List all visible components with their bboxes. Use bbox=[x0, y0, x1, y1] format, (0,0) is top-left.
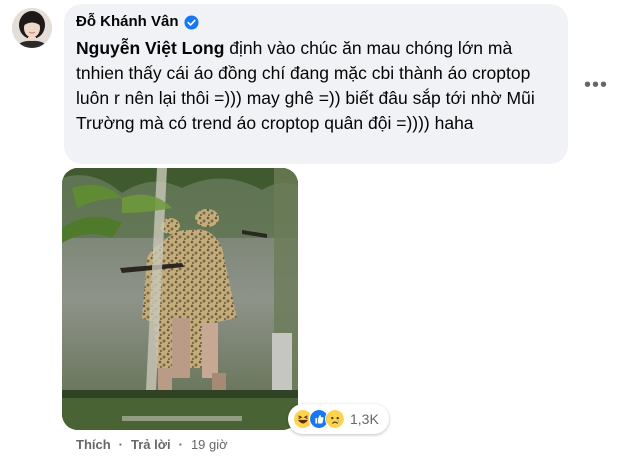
comment-timestamp[interactable]: 19 giờ bbox=[191, 437, 228, 452]
author-avatar[interactable] bbox=[12, 8, 52, 48]
like-button[interactable]: Thích bbox=[76, 437, 111, 452]
separator-dot: · bbox=[118, 437, 124, 452]
reaction-count: 1,3K bbox=[350, 411, 379, 427]
mention-link[interactable]: Nguyễn Việt Long bbox=[76, 38, 224, 58]
comment-text: Nguyễn Việt Long định vào chúc ăn mau ch… bbox=[76, 36, 564, 136]
sad-emoji-icon bbox=[325, 409, 345, 429]
author-name[interactable]: Đỗ Khánh Vân bbox=[76, 12, 179, 32]
more-options-button[interactable]: ••• bbox=[583, 75, 609, 95]
reactions-summary[interactable]: 1,3K bbox=[288, 404, 389, 434]
reply-button[interactable]: Trả lời bbox=[131, 437, 171, 452]
separator-dot: · bbox=[178, 437, 183, 452]
comment-actions: Thích · Trả lời · 19 giờ bbox=[76, 437, 228, 452]
comment-photo[interactable] bbox=[62, 168, 298, 430]
comment-bubble: Đỗ Khánh Vân Nguyễn Việt Long định vào c… bbox=[64, 4, 568, 164]
verified-badge-icon bbox=[183, 14, 199, 30]
comment-author: Đỗ Khánh Vân bbox=[76, 12, 199, 32]
